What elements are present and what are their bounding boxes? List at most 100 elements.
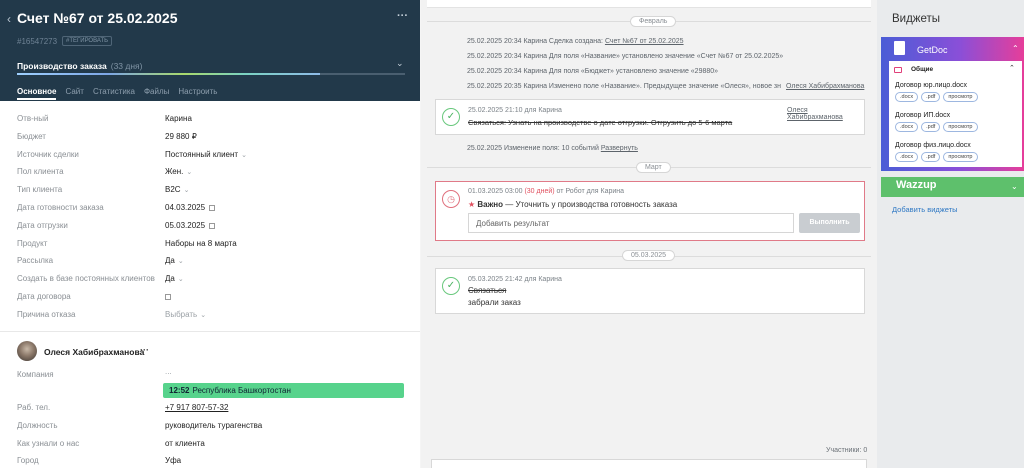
pdf-button[interactable]: .pdf (921, 122, 941, 132)
pipeline-stage[interactable]: Производство заказа (33 дня) (17, 61, 142, 71)
message-composer[interactable] (431, 459, 867, 468)
field-value[interactable]: Карина (165, 114, 192, 123)
wazzup-widget-header[interactable]: Wazzup ⌄ (881, 177, 1024, 197)
contact-name[interactable]: Олеся Хабибрахманова (44, 347, 144, 357)
document-name: Договор юр.лицо.docx (895, 82, 968, 89)
date-field[interactable]: 05.03.2025 (165, 221, 216, 230)
chevron-up-icon[interactable]: ⌃ (1009, 64, 1015, 72)
chevron-down-icon: ⌄ (177, 258, 184, 266)
tab-statistics[interactable]: Статистика (93, 87, 135, 100)
deal-id: #16547273 (17, 37, 58, 46)
field-row: Источник сделки Постоянный клиент ⌄ (0, 147, 420, 165)
chevron-down-icon[interactable]: ⌄ (1011, 182, 1018, 191)
check-icon: ✓ (442, 108, 460, 126)
getdoc-widget-body: Общие ⌃ Договор юр.лицо.docx .docx .pdf … (881, 61, 1024, 171)
chevron-down-icon: ⌄ (177, 276, 184, 284)
complete-button[interactable]: Выполнить (799, 213, 860, 233)
field-select[interactable]: Да ⌄ (165, 274, 184, 283)
field-row: Рассылка Да ⌄ (0, 253, 420, 271)
tab-site[interactable]: Сайт (65, 87, 83, 100)
field-label: Создать в базе постоянных клиентов (17, 274, 155, 284)
stage-progress-bar (17, 73, 405, 75)
field-label: Раб. тел. (17, 403, 51, 412)
getdoc-widget-header[interactable]: GetDoc ⌃ (881, 37, 1024, 61)
back-icon[interactable]: ‹ (7, 12, 11, 26)
stage-name: Производство заказа (17, 61, 107, 71)
add-widgets-link[interactable]: Добавить виджеты (892, 205, 958, 214)
document-actions: .docx .pdf просмотр (895, 122, 978, 132)
calendar-icon (209, 222, 216, 229)
chevron-up-icon[interactable]: ⌃ (1012, 44, 1019, 53)
docx-button[interactable]: .docx (895, 122, 919, 132)
activity-feed: Февраль 25.02.2025 20:34 Карина Сделка с… (421, 0, 877, 468)
folder-label[interactable]: Общие (911, 66, 933, 73)
field-label: Пол клиента (17, 167, 64, 177)
avatar[interactable] (17, 341, 37, 361)
preview-button[interactable]: просмотр (943, 122, 978, 132)
field-value[interactable]: 29 880 ₽ (165, 132, 197, 141)
phone-link[interactable]: +7 917 807-57-32 (165, 403, 228, 412)
author-link[interactable]: Олеся Хабибрахманова (786, 83, 864, 90)
field-select[interactable]: Жен. ⌄ (165, 167, 192, 176)
pdf-button[interactable]: .pdf (921, 152, 941, 162)
field-select[interactable]: B2C ⌄ (165, 185, 189, 194)
docx-button[interactable]: .docx (895, 92, 919, 102)
widgets-panel: Виджеты GetDoc ⌃ Общие ⌃ Договор юр.лицо… (877, 0, 1024, 468)
date-field[interactable]: 04.03.2025 (165, 202, 216, 212)
field-label: Причина отказа (17, 309, 76, 319)
chevron-down-icon[interactable]: ⌄ (396, 58, 404, 69)
deal-title[interactable]: Счет №67 от 25.02.2025 (17, 10, 178, 26)
calendar-icon (209, 204, 216, 211)
log-link[interactable]: Счет №67 от 25.02.2025 (605, 38, 684, 45)
task-result: забрали заказ (468, 298, 521, 307)
chevron-down-icon: ⌄ (200, 311, 207, 319)
field-row: Отв-ный Карина (0, 111, 420, 129)
preview-button[interactable]: просмотр (943, 152, 978, 162)
field-select[interactable]: Выбрать ⌄ (165, 310, 206, 319)
tab-files[interactable]: Файлы (144, 87, 169, 100)
field-value: 04.03.2025 (165, 202, 206, 212)
field-value[interactable]: от клиента (165, 439, 205, 448)
document-icon (894, 41, 905, 55)
overdue-days: (30 дней) (524, 188, 555, 195)
document-name: Договор ИП.docx (895, 112, 951, 119)
log-text: 25.02.2025 20:34 Карина Сделка создана: (467, 38, 605, 45)
field-select[interactable]: Постоянный клиент ⌄ (165, 150, 247, 159)
task-meta: 05.03.2025 21:42 для Карина (468, 276, 562, 283)
preview-button[interactable]: просмотр (943, 92, 978, 102)
date-field[interactable] (165, 292, 171, 301)
result-input[interactable]: Добавить результат (468, 213, 794, 233)
task-title: Связаться (468, 286, 507, 295)
pdf-button[interactable]: .pdf (921, 92, 941, 102)
chevron-down-icon: ⌄ (183, 187, 190, 195)
field-value: Да (165, 274, 175, 284)
deal-tabs: Основное Сайт Статистика Файлы Настроить (17, 87, 217, 100)
field-row: Должность руководитель турагенства (0, 418, 420, 436)
task-date: 01.03.2025 03:00 (468, 188, 525, 195)
feed-top-edge (427, 0, 871, 8)
field-row: Создать в базе постоянных клиентов Да ⌄ (0, 271, 420, 289)
chevron-down-icon: ⌄ (186, 169, 193, 177)
tab-settings[interactable]: Настроить (178, 87, 217, 100)
document-actions: .docx .pdf просмотр (895, 152, 978, 162)
tag-button[interactable]: #ТЕГИРОВАТЬ (62, 36, 113, 46)
tab-main[interactable]: Основное (17, 87, 57, 100)
field-label: Тип клиента (17, 185, 63, 195)
log-entry: 25.02.2025 20:35 Карина Изменено поле «Н… (467, 83, 781, 90)
contact-menu-button[interactable]: ··· (140, 345, 149, 355)
company-field[interactable]: ... (165, 367, 172, 376)
author-link[interactable]: Олеся Хабибрахманова (787, 107, 864, 121)
field-label: Дата готовности заказа (17, 202, 104, 212)
expand-link[interactable]: Развернуть (601, 145, 638, 152)
getdoc-title: GetDoc (917, 45, 948, 55)
participants-count[interactable]: Участники: 0 (826, 447, 867, 454)
field-value[interactable]: Уфа (165, 456, 181, 465)
docx-button[interactable]: .docx (895, 152, 919, 162)
field-value[interactable]: Наборы на 8 марта (165, 239, 237, 248)
log-entry: 25.02.2025 20:34 Карина Сделка создана: … (467, 38, 684, 45)
document-actions: .docx .pdf просмотр (895, 92, 978, 102)
field-value[interactable]: руководитель турагенства (165, 421, 262, 430)
field-select[interactable]: Да ⌄ (165, 256, 184, 265)
deal-panel: ‹ Счет №67 от 25.02.2025 ··· #16547273 #… (0, 0, 420, 468)
deal-menu-button[interactable]: ··· (397, 10, 408, 22)
